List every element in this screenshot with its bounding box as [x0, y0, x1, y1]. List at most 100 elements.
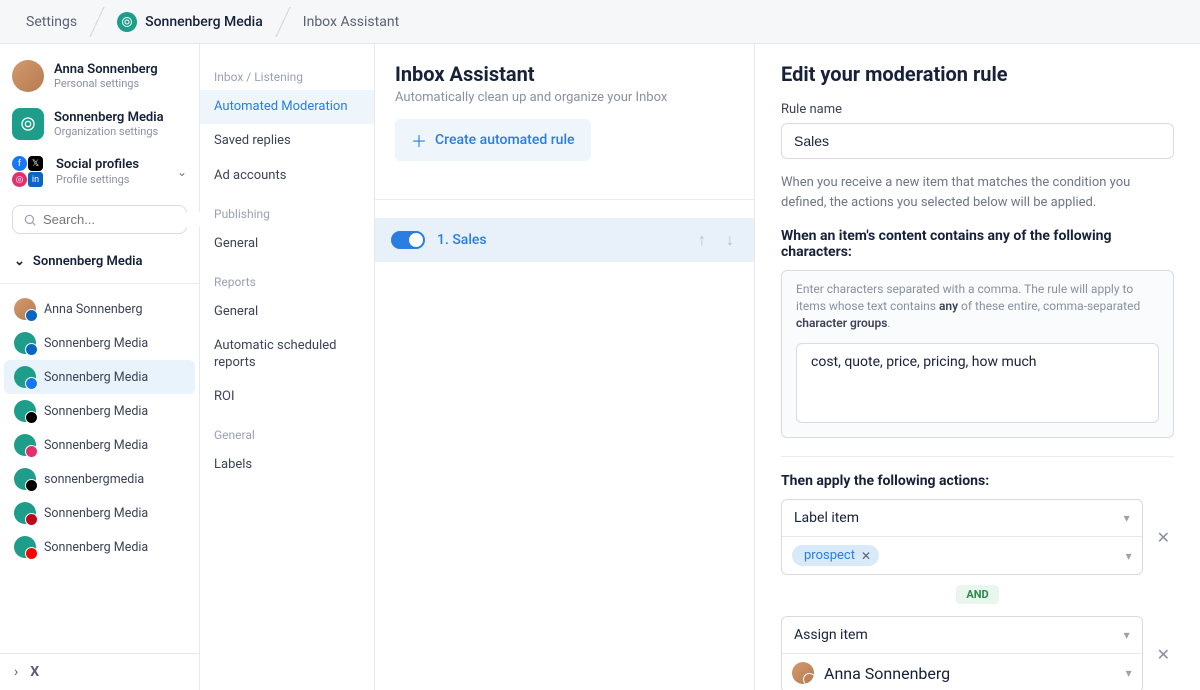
- inbox-assistant-subtitle: Automatically clean up and organize your…: [395, 90, 734, 105]
- condition-panel: Enter characters separated with a comma.…: [781, 270, 1174, 438]
- sidebar-user[interactable]: Anna Sonnenberg Personal settings: [0, 52, 199, 100]
- rule-editor-title: Edit your moderation rule: [781, 62, 1174, 86]
- caret-down-icon: ▾: [1126, 549, 1132, 563]
- nav-group-reports: Reports: [200, 261, 374, 295]
- create-automated-rule-button[interactable]: ＋ Create automated rule: [395, 119, 591, 161]
- nav-labels[interactable]: Labels: [200, 448, 374, 482]
- nav-group-inbox: Inbox / Listening: [200, 56, 374, 90]
- action-1-value-select[interactable]: prospect ✕ ▾: [782, 536, 1142, 574]
- remove-action-button[interactable]: ✕: [1153, 645, 1174, 664]
- nav-ad-accounts[interactable]: Ad accounts: [200, 159, 374, 193]
- profile-label: Anna Sonnenberg: [44, 302, 143, 317]
- profile-item[interactable]: Sonnenberg Media: [4, 496, 195, 530]
- org-collapse-row[interactable]: ⌄ Sonnenberg Media: [0, 244, 199, 279]
- facebook-icon: f: [12, 156, 27, 171]
- label-chip[interactable]: prospect ✕: [792, 545, 879, 566]
- chevron-down-icon: ⌄: [177, 165, 187, 179]
- rule-name-input[interactable]: [781, 123, 1174, 159]
- profile-item[interactable]: Sonnenberg Media: [4, 428, 195, 462]
- crumb-settings[interactable]: Settings: [16, 8, 87, 36]
- user-subtitle: Personal settings: [54, 77, 158, 90]
- profile-avatar: [14, 366, 36, 388]
- search-icon: [23, 213, 37, 227]
- rule-info-text: When you receive a new item that matches…: [781, 173, 1174, 212]
- action-block-2: Assign item ▾ Anna Sonnenberg ▾ ✕: [781, 616, 1174, 690]
- profile-label: Sonnenberg Media: [44, 438, 148, 453]
- breadcrumb-bar: Settings Sonnenberg Media Inbox Assistan…: [0, 0, 1200, 44]
- search-input[interactable]: [12, 205, 187, 234]
- nav-general-publishing[interactable]: General: [200, 227, 374, 261]
- remove-action-button[interactable]: ✕: [1153, 528, 1174, 547]
- rule-name-label: Rule name: [781, 102, 1174, 117]
- search-field[interactable]: [43, 212, 219, 227]
- inbox-assistant-title: Inbox Assistant: [395, 62, 734, 86]
- chip-remove-icon[interactable]: ✕: [861, 549, 871, 563]
- profile-avatar: [14, 536, 36, 558]
- instagram-icon: ◎: [12, 172, 27, 187]
- sidebar-bottom-row[interactable]: › X: [0, 653, 199, 690]
- user-avatar: [12, 60, 44, 92]
- nav-auto-scheduled-reports[interactable]: Automatic scheduled reports: [200, 329, 374, 380]
- profile-avatar: [14, 468, 36, 490]
- caret-down-icon: ▾: [1124, 511, 1130, 525]
- profile-label: Sonnenberg Media: [44, 540, 148, 555]
- linkedin-icon: in: [28, 172, 43, 187]
- action-1-select: Label item ▾ prospect ✕ ▾: [781, 499, 1143, 575]
- and-label: AND: [956, 585, 998, 604]
- rule-row-sales[interactable]: 1. Sales ↑ ↓: [375, 218, 754, 262]
- profile-avatar: [14, 332, 36, 354]
- nav-automated-moderation[interactable]: Automated Moderation: [200, 90, 374, 124]
- create-rule-label: Create automated rule: [435, 132, 575, 148]
- org-logo-icon: [117, 12, 137, 32]
- profile-item[interactable]: Sonnenberg Media: [4, 530, 195, 564]
- sidebar-social[interactable]: f 𝕏 ◎ in Social profiles Profile setting…: [0, 148, 199, 195]
- divider: [781, 456, 1174, 457]
- crumb-page[interactable]: Inbox Assistant: [293, 8, 409, 36]
- action-block-1: Label item ▾ prospect ✕ ▾ ✕: [781, 499, 1174, 575]
- action-2-type-select[interactable]: Assign item ▾: [782, 617, 1142, 653]
- rule-toggle[interactable]: [391, 231, 425, 249]
- org-subtitle: Organization settings: [54, 125, 164, 138]
- nav-roi[interactable]: ROI: [200, 380, 374, 414]
- profile-label: Sonnenberg Media: [44, 370, 148, 385]
- x-twitter-icon: 𝕏: [28, 156, 43, 171]
- actions-heading: Then apply the following actions:: [781, 473, 1174, 489]
- sidebar-org[interactable]: Sonnenberg Media Organization settings: [0, 100, 199, 148]
- keywords-value: cost, quote, price, pricing, how much: [811, 354, 1037, 370]
- and-connector: AND: [781, 585, 1174, 604]
- chevron-right-icon: ›: [14, 664, 18, 680]
- social-title: Social profiles: [56, 157, 139, 173]
- user-name: Anna Sonnenberg: [54, 62, 158, 78]
- profile-label: Sonnenberg Media: [44, 404, 148, 419]
- profile-item[interactable]: sonnenbergmedia: [4, 462, 195, 496]
- action-1-type-select[interactable]: Label item ▾: [782, 500, 1142, 536]
- action-2-value-select[interactable]: Anna Sonnenberg ▾: [782, 653, 1142, 690]
- chip-text: prospect: [804, 548, 855, 563]
- rule-label: 1. Sales: [437, 232, 682, 248]
- move-down-icon[interactable]: ↓: [722, 230, 738, 250]
- assignee-name: Anna Sonnenberg: [824, 664, 950, 683]
- chevron-down-icon: ⌄: [14, 254, 25, 269]
- condition-heading: When an item's content contains any of t…: [781, 228, 1174, 260]
- profile-label: Sonnenberg Media: [44, 506, 148, 521]
- crumb-org[interactable]: Sonnenberg Media: [107, 6, 273, 38]
- action-2-type-label: Assign item: [794, 627, 868, 643]
- social-network-icons: f 𝕏 ◎ in: [12, 156, 46, 187]
- profile-avatar: [14, 434, 36, 456]
- nav-general-reports[interactable]: General: [200, 295, 374, 329]
- profile-item[interactable]: Sonnenberg Media: [4, 360, 195, 394]
- profile-label: Sonnenberg Media: [44, 336, 148, 351]
- nav-group-general: General: [200, 414, 374, 448]
- nav-saved-replies[interactable]: Saved replies: [200, 124, 374, 158]
- profile-item[interactable]: Sonnenberg Media: [4, 394, 195, 428]
- profile-item[interactable]: Anna Sonnenberg: [4, 292, 195, 326]
- move-up-icon[interactable]: ↑: [694, 230, 710, 250]
- action-1-type-label: Label item: [794, 510, 859, 526]
- keywords-textarea[interactable]: cost, quote, price, pricing, how much: [796, 343, 1159, 423]
- inbox-assistant-column: Inbox Assistant Automatically clean up a…: [375, 44, 755, 690]
- condition-help-text: Enter characters separated with a comma.…: [782, 271, 1173, 339]
- profile-item[interactable]: Sonnenberg Media: [4, 326, 195, 360]
- profile-list: Anna Sonnenberg Sonnenberg Media Sonnenb…: [0, 292, 199, 653]
- social-subtitle: Profile settings: [56, 173, 139, 186]
- sidebar-left: Anna Sonnenberg Personal settings Sonnen…: [0, 44, 200, 690]
